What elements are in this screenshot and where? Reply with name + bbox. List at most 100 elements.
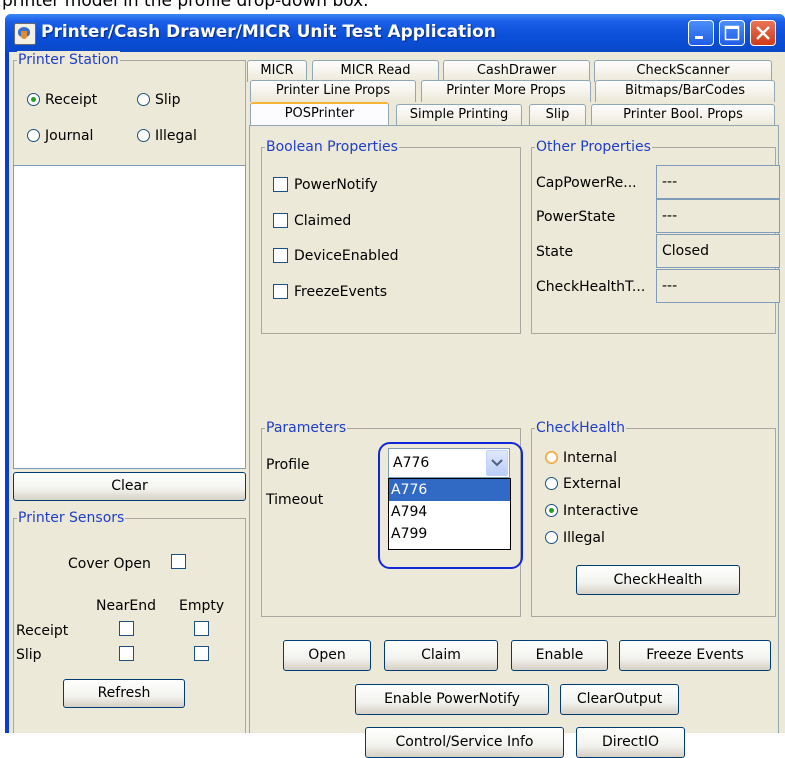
- maximize-button[interactable]: [719, 20, 745, 46]
- checkhealth-radio-illegal[interactable]: Illegal: [545, 529, 605, 547]
- directio-button[interactable]: DirectIO: [576, 727, 685, 758]
- checkhealth-radio-interactive[interactable]: Interactive: [545, 502, 638, 520]
- other-properties-group: Other Properties CapPowerRe... --- Power…: [531, 138, 780, 334]
- other-properties-title: Other Properties: [535, 138, 652, 156]
- radio-label: Internal: [563, 450, 617, 466]
- boolean-properties-group: Boolean Properties PowerNotify Claimed D…: [261, 138, 521, 334]
- state-label: State: [536, 244, 574, 260]
- checkhealth-radio-external[interactable]: External: [545, 475, 621, 493]
- parameters-title: Parameters: [265, 419, 348, 437]
- cappowerreporting-value: ---: [656, 165, 780, 199]
- checkbox-freezeevents[interactable]: FreezeEvents: [273, 283, 387, 301]
- radio-selected-icon: [27, 92, 40, 106]
- clear-output-button[interactable]: ClearOutput: [560, 684, 679, 715]
- close-button[interactable]: [750, 20, 776, 46]
- radio-label: Illegal: [155, 128, 197, 144]
- tab-bitmaps-barcodes[interactable]: Bitmaps/BarCodes: [595, 80, 775, 102]
- checkbox-icon: [273, 176, 288, 192]
- caption-text: printer model in the profile drop-down b…: [0, 0, 785, 14]
- close-icon: [756, 26, 770, 40]
- checkbox-label: DeviceEnabled: [294, 248, 399, 264]
- caption-label: printer model in the profile drop-down b…: [2, 0, 369, 11]
- radio-selected-icon: [545, 503, 558, 517]
- tab-micr[interactable]: MICR: [247, 60, 307, 82]
- radio-icon: [545, 530, 558, 544]
- checkhealth-group: CheckHealth Internal External Interactiv…: [531, 419, 776, 617]
- tab-printer-line-props[interactable]: Printer Line Props: [250, 80, 416, 102]
- radio-icon: [545, 476, 558, 490]
- empty-label: Empty: [179, 598, 225, 614]
- tab-slip[interactable]: Slip: [529, 104, 586, 126]
- receipt-sensor-label: Receipt: [16, 623, 69, 639]
- printer-sensors-title: Printer Sensors: [17, 509, 126, 527]
- slip-nearend-checkbox[interactable]: [119, 646, 134, 661]
- tab-printer-more-props[interactable]: Printer More Props: [421, 80, 591, 102]
- printer-station-title: Printer Station: [17, 51, 120, 69]
- tab-posprinter[interactable]: POSPrinter: [250, 102, 389, 126]
- checkhealth-button[interactable]: CheckHealth: [576, 565, 740, 595]
- tab-micr-read[interactable]: MICR Read: [312, 60, 439, 82]
- enable-button[interactable]: Enable: [511, 640, 608, 671]
- radio-label: Illegal: [563, 530, 605, 546]
- radio-icon: [545, 450, 558, 464]
- receipt-empty-checkbox[interactable]: [194, 621, 209, 636]
- slip-empty-checkbox[interactable]: [194, 646, 209, 661]
- printer-station-group: Printer Station Receipt Slip Journal Ill…: [13, 51, 246, 166]
- radio-icon: [137, 92, 150, 106]
- maximize-icon: [724, 25, 740, 41]
- enable-powernotify-button[interactable]: Enable PowerNotify: [355, 684, 549, 715]
- checkbox-deviceenabled[interactable]: DeviceEnabled: [273, 247, 398, 265]
- checkbox-powernotify[interactable]: PowerNotify: [273, 176, 378, 194]
- app-window: Printer/Cash Drawer/MICR Unit Test Appli…: [5, 14, 785, 758]
- tab-printer-bool-props[interactable]: Printer Bool. Props: [591, 104, 775, 126]
- dropdown-highlight-annotation: [378, 442, 523, 569]
- station-radio-journal[interactable]: Journal: [27, 127, 93, 145]
- profile-label: Profile: [266, 457, 310, 473]
- powerstate-label: PowerState: [536, 209, 616, 225]
- powerstate-value: ---: [656, 199, 780, 233]
- radio-label: Interactive: [563, 503, 639, 519]
- state-value: Closed: [656, 234, 780, 268]
- checkhealthtext-label: CheckHealthT...: [536, 279, 646, 295]
- open-button[interactable]: Open: [283, 640, 371, 671]
- checkbox-icon: [273, 247, 288, 263]
- freeze-events-button[interactable]: Freeze Events: [619, 640, 771, 671]
- checkhealth-radio-internal[interactable]: Internal: [545, 449, 617, 467]
- timeout-label: Timeout: [266, 492, 324, 508]
- checkhealthtext-value: ---: [656, 269, 780, 303]
- station-radio-receipt[interactable]: Receipt: [27, 91, 97, 109]
- checkbox-claimed[interactable]: Claimed: [273, 212, 351, 230]
- receipt-nearend-checkbox[interactable]: [119, 621, 134, 636]
- tab-content-panel: Boolean Properties PowerNotify Claimed D…: [249, 125, 780, 758]
- tab-cashdrawer[interactable]: CashDrawer: [443, 60, 590, 82]
- radio-label: External: [563, 476, 622, 492]
- title-bar[interactable]: Printer/Cash Drawer/MICR Unit Test Appli…: [5, 14, 785, 52]
- claim-button[interactable]: Claim: [384, 640, 498, 671]
- output-text-area[interactable]: [13, 165, 246, 469]
- control-service-info-button[interactable]: Control/Service Info: [365, 727, 564, 758]
- java-icon: [14, 23, 36, 45]
- cover-open-checkbox[interactable]: [171, 554, 186, 569]
- tab-simple-printing[interactable]: Simple Printing: [396, 104, 522, 126]
- printer-sensors-group: Printer Sensors Cover Open NearEnd Empty…: [13, 509, 246, 733]
- cover-open-label: Cover Open: [68, 556, 151, 572]
- radio-icon: [137, 128, 150, 142]
- radio-label: Journal: [45, 128, 94, 144]
- checkbox-icon: [273, 283, 288, 299]
- checkbox-label: PowerNotify: [294, 177, 378, 193]
- minimize-button[interactable]: [688, 20, 714, 46]
- checkbox-label: Claimed: [294, 213, 352, 229]
- station-radio-slip[interactable]: Slip: [137, 91, 181, 109]
- boolean-properties-title: Boolean Properties: [265, 138, 399, 156]
- slip-sensor-label: Slip: [16, 647, 42, 663]
- nearend-label: NearEnd: [96, 598, 157, 614]
- radio-label: Slip: [155, 92, 181, 108]
- window-title: Printer/Cash Drawer/MICR Unit Test Appli…: [41, 22, 496, 42]
- cappowerreporting-label: CapPowerRe...: [536, 175, 637, 191]
- checkbox-label: FreezeEvents: [294, 284, 388, 300]
- radio-label: Receipt: [45, 92, 98, 108]
- refresh-button[interactable]: Refresh: [63, 679, 185, 708]
- station-radio-illegal[interactable]: Illegal: [137, 127, 197, 145]
- tab-checkscanner[interactable]: CheckScanner: [594, 60, 772, 82]
- clear-button[interactable]: Clear: [13, 472, 246, 501]
